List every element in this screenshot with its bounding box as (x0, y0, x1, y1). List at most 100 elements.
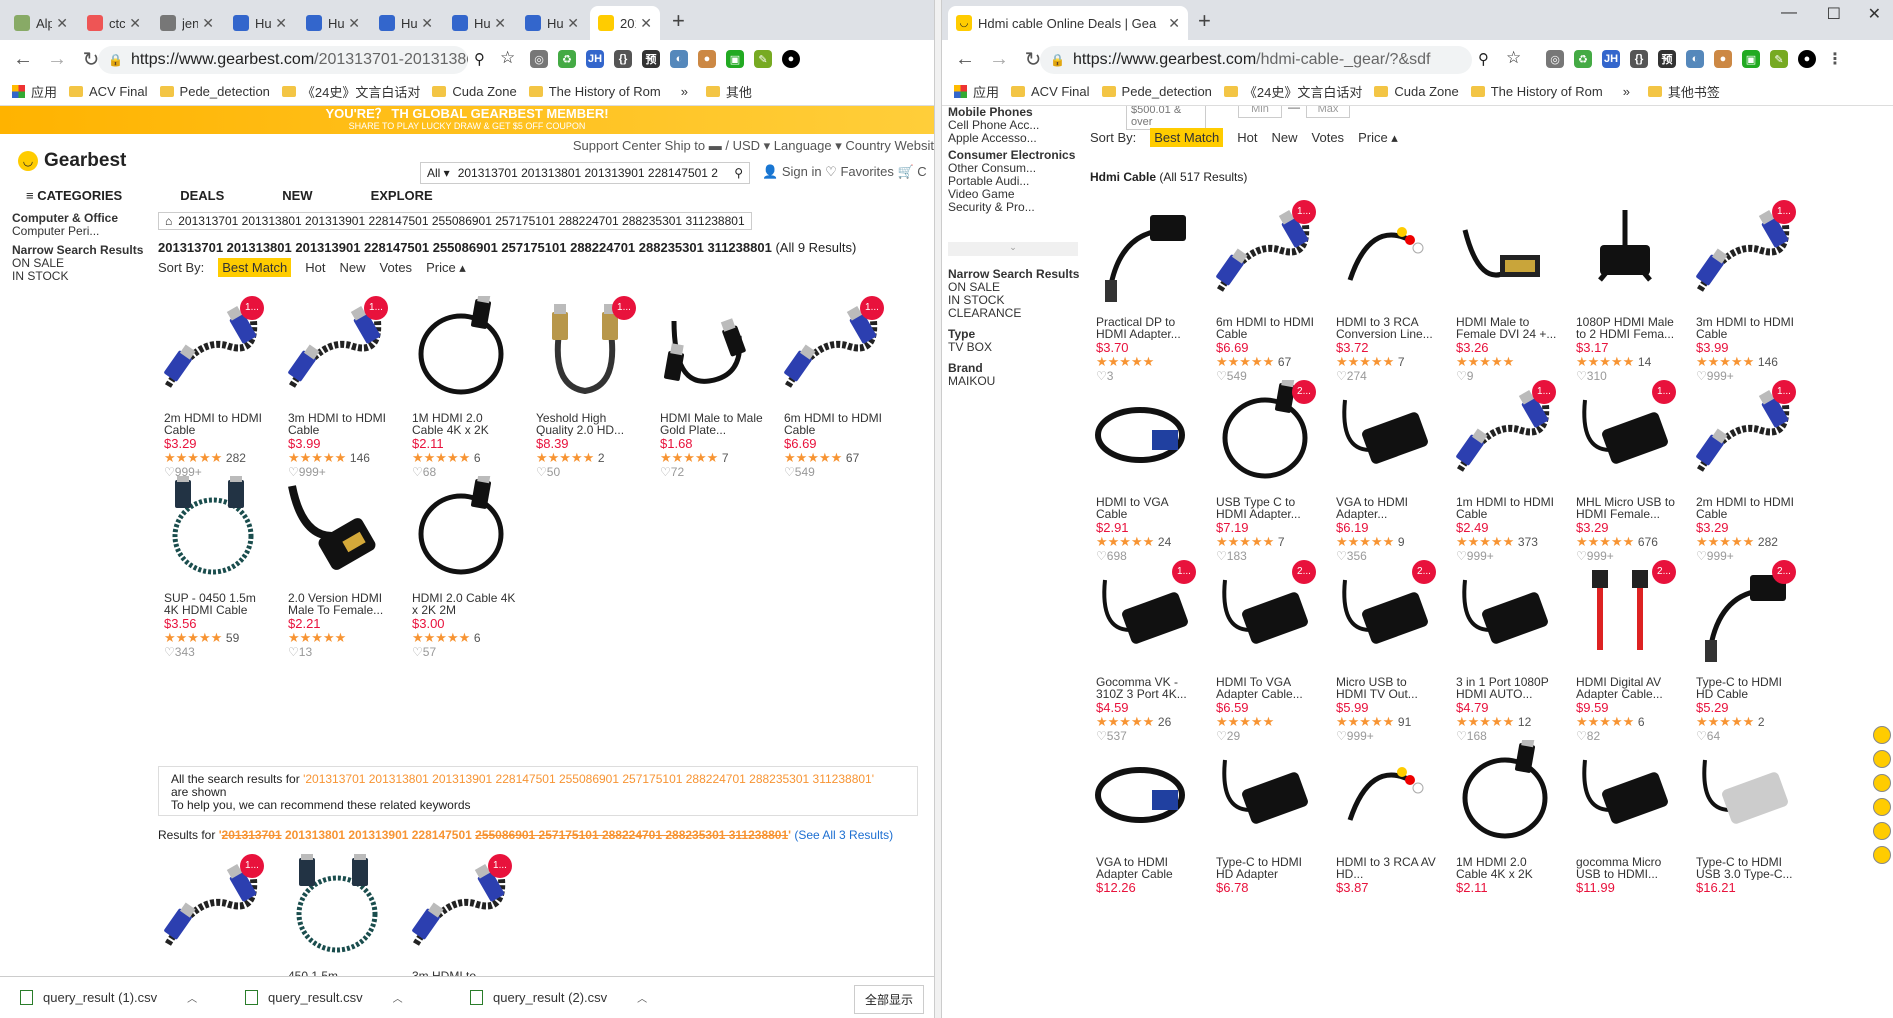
close-icon[interactable]: ✕ (56, 15, 68, 32)
ext-icon[interactable]: ◎ (530, 50, 548, 68)
bookmark-item[interactable]: 《24史》文言白话对 (281, 82, 420, 101)
filter-link[interactable]: MAIKOU (948, 375, 1079, 388)
product-card[interactable]: SUP - 0450 1.5m 4K HDMI Cable $3.56 ★★★★★ … (158, 476, 282, 666)
product-card[interactable]: 450 1.5m (282, 854, 406, 982)
menu-icon[interactable]: ⋮ (1826, 50, 1844, 68)
gearbest-logo[interactable]: ◡ Gearbest (18, 150, 126, 172)
product-image-wrap[interactable]: 1... (778, 296, 888, 406)
window-divider[interactable] (934, 0, 942, 1018)
tab-gearbest[interactable]: ◡ Hdmi cable Online Deals | Gea ✕ (948, 6, 1188, 40)
product-name[interactable]: 1M HDMI 2.0 Cable 4K x 2K (1450, 856, 1560, 880)
product-name[interactable]: VGA to HDMI Adapter Cable (1090, 856, 1200, 880)
product-image-wrap[interactable] (282, 854, 392, 964)
product-image-wrap[interactable] (406, 296, 516, 406)
product-image-wrap[interactable]: 1... (1090, 560, 1200, 670)
product-image-wrap[interactable] (1450, 740, 1560, 850)
product-name[interactable]: 1080P HDMI Male to 2 HDMI Fema... (1570, 316, 1680, 340)
product-image-wrap[interactable]: 1... (530, 296, 640, 406)
product-name[interactable]: Type-C to HDMI USB 3.0 Type-C... (1690, 856, 1800, 880)
sort-option[interactable]: New (1272, 130, 1298, 145)
category-nav-item[interactable]: EXPLORE (371, 188, 433, 203)
favorite-count[interactable]: ♡57 (406, 646, 530, 658)
ext-icon[interactable]: ● (1714, 50, 1732, 68)
product-card[interactable]: 1... 2m HDMI to HDMI Cable $3.29 ★★★★★ 282 ♡… (158, 296, 282, 478)
promo-banner[interactable]: YOU'RE？ TH GLOBAL GEARBEST MEMBER! SHARE… (0, 106, 934, 134)
price-min-input[interactable]: Min (1238, 106, 1282, 118)
ext-icon[interactable]: ♻ (1574, 50, 1592, 68)
product-card[interactable]: HDMI to VGA Cable $2.91 ★★★★★ 24 ♡698 (1090, 380, 1210, 562)
tab-item[interactable]: Hue✕ (298, 6, 368, 40)
product-name[interactable]: Type-C to HDMI HD Adapter (1210, 856, 1320, 880)
product-name[interactable]: 6m HDMI to HDMI Cable (1210, 316, 1320, 340)
product-name[interactable]: USB Type C to HDMI Adapter... (1210, 496, 1320, 520)
product-name[interactable]: HDMI to 3 RCA AV HD... (1330, 856, 1440, 880)
bookmark-item[interactable]: The History of Rom (528, 84, 661, 99)
product-name[interactable]: HDMI Digital AV Adapter Cable... (1570, 676, 1680, 700)
close-icon[interactable]: ✕ (202, 15, 214, 32)
bookmark-item[interactable]: 应用 (12, 82, 57, 101)
product-image-wrap[interactable]: 2... (1210, 380, 1320, 490)
show-all-button[interactable]: 全部显示 (853, 985, 924, 1014)
new-tab-icon[interactable]: + (672, 8, 685, 34)
ext-icon[interactable]: ◎ (1546, 50, 1564, 68)
product-image-wrap[interactable] (1450, 200, 1560, 310)
product-image-wrap[interactable] (1330, 380, 1440, 490)
tab-item[interactable]: Hue✕ (444, 6, 514, 40)
product-name[interactable]: Micro USB to HDMI TV Out... (1330, 676, 1440, 700)
forward-icon[interactable]: → (46, 48, 68, 71)
tool-icon[interactable] (1873, 822, 1891, 840)
category-nav-item[interactable]: NEW (282, 188, 312, 203)
product-card[interactable]: Practical DP to HDMI Adapter... $3.70 ★★★★… (1090, 200, 1210, 382)
tab-item[interactable]: Alp ✕ (6, 6, 76, 40)
category-nav-item[interactable]: DEALS (180, 188, 224, 203)
product-name[interactable]: Practical DP to HDMI Adapter... (1090, 316, 1200, 340)
star-bookmark-icon[interactable]: ☆ (1506, 48, 1521, 68)
scroll-top-icon[interactable] (1873, 726, 1891, 744)
product-image-wrap[interactable] (1090, 380, 1200, 490)
favorite-count[interactable]: ♡72 (654, 466, 778, 478)
product-name[interactable]: HDMI to VGA Cable (1090, 496, 1200, 520)
bookmark-item[interactable]: ACV Final (1011, 84, 1090, 99)
download-item[interactable]: query_result (1).csv ︿ (0, 990, 225, 1005)
close-icon[interactable]: ✕ (129, 15, 141, 32)
ext-icon[interactable]: ◐ (670, 50, 688, 68)
tool-icon[interactable] (1873, 846, 1891, 864)
bookmark-item[interactable]: Pede_detection (1101, 84, 1212, 99)
address-bar[interactable]: 🔒 https://www.gearbest.com/hdmi-cable-_g… (1040, 46, 1472, 74)
ext-icon[interactable]: 预 (1658, 50, 1676, 68)
product-card[interactable]: 1... 1m HDMI to HDMI Cable $2.49 ★★★★★ 373 ♡… (1450, 380, 1570, 562)
sort-option[interactable]: Price ▴ (1358, 130, 1398, 146)
product-image-wrap[interactable]: 1... (1450, 380, 1560, 490)
product-name[interactable]: HDMI to 3 RCA Conversion Line... (1330, 316, 1440, 340)
product-name[interactable]: 2m HDMI to HDMI Cable (1690, 496, 1800, 520)
download-item[interactable]: query_result (2).csv ︿ (450, 990, 675, 1005)
product-name[interactable]: gocomma Micro USB to HDMI... (1570, 856, 1680, 880)
product-image-wrap[interactable] (1570, 740, 1680, 850)
product-card[interactable]: 1... (158, 854, 282, 964)
sidebar-link[interactable]: IN STOCK (12, 270, 143, 283)
address-bar[interactable]: 🔒 https://www.gearbest.com/201313701-201… (98, 46, 468, 74)
product-image-wrap[interactable]: 1... (1210, 200, 1320, 310)
product-image-wrap[interactable] (1450, 560, 1560, 670)
ext-icon[interactable]: {} (1630, 50, 1648, 68)
bookmark-item[interactable]: 《24史》文言白话对 (1223, 82, 1362, 101)
close-icon[interactable]: ✕ (421, 15, 433, 32)
product-image-wrap[interactable] (1690, 740, 1800, 850)
sort-option[interactable]: Best Match (1150, 128, 1224, 147)
tool-icon[interactable] (1873, 750, 1891, 768)
sidebar-link[interactable]: Security & Pro... (948, 201, 1075, 214)
product-image-wrap[interactable] (1090, 200, 1200, 310)
product-name[interactable]: Yeshold High Quality 2.0 HD... (530, 412, 640, 436)
tab-item[interactable]: ctcv✕ (79, 6, 149, 40)
product-image-wrap[interactable]: 2... (1330, 560, 1440, 670)
tab-item[interactable]: 201✕ (590, 6, 660, 40)
price-max-input[interactable]: Max (1306, 106, 1350, 118)
product-card[interactable]: 1...3m HDMI to (406, 854, 530, 982)
product-image-wrap[interactable]: 1... (1690, 380, 1800, 490)
account-links[interactable]: 👤 Sign in ♡ Favorites 🛒 C (762, 164, 927, 180)
product-card[interactable]: 2... USB Type C to HDMI Adapter... $7.19 ★★… (1210, 380, 1330, 562)
product-name[interactable]: 6m HDMI to HDMI Cable (778, 412, 888, 436)
product-card[interactable]: 1... 2m HDMI to HDMI Cable $3.29 ★★★★★ 282 ♡… (1690, 380, 1810, 562)
product-image-wrap[interactable] (1330, 740, 1440, 850)
download-item[interactable]: query_result.csv ︿ (225, 990, 450, 1005)
